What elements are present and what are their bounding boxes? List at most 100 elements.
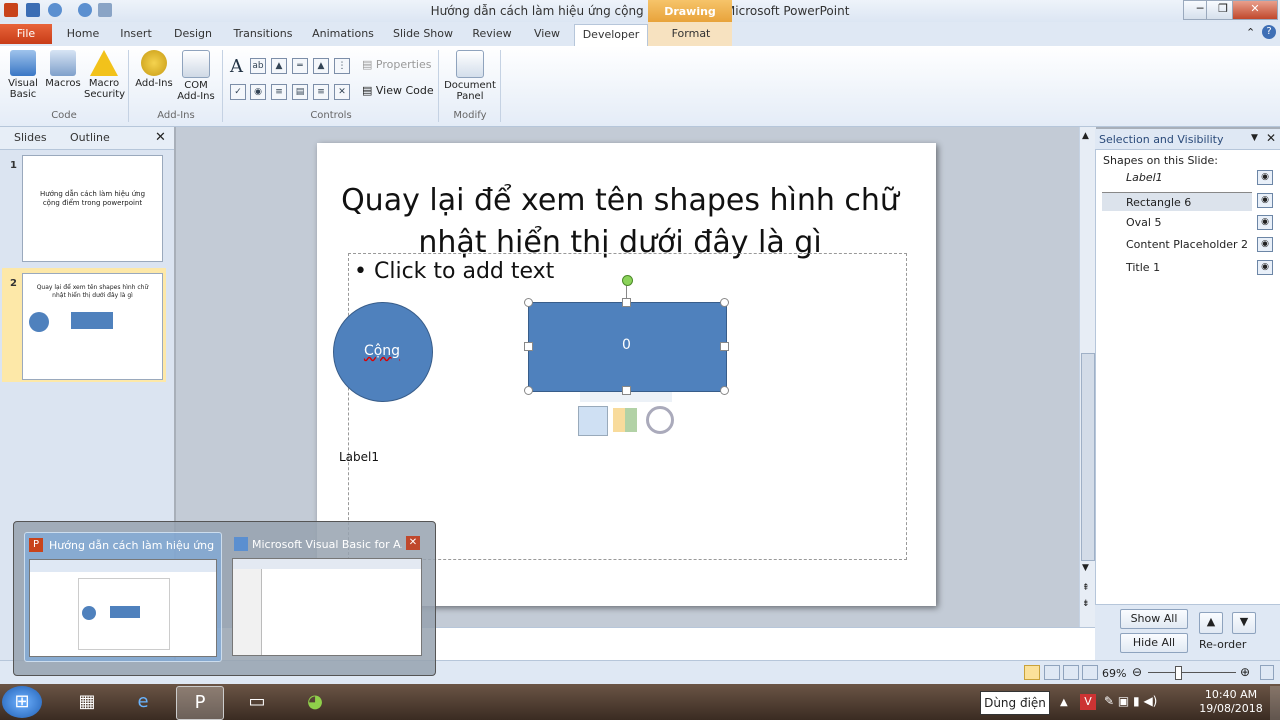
resize-handle[interactable]	[524, 342, 533, 351]
view-code-button[interactable]: ▤ View Code	[362, 84, 434, 97]
tab-transitions[interactable]: Transitions	[228, 24, 298, 44]
tab-insert[interactable]: Insert	[112, 24, 160, 44]
resize-handle[interactable]	[720, 342, 729, 351]
preview-item-powerpoint[interactable]: P Hướng dẫn cách làm hiệu ứng ...	[24, 532, 222, 662]
eye-icon[interactable]: ◉	[1257, 170, 1273, 185]
resize-handle[interactable]	[524, 386, 533, 395]
properties-button[interactable]: ▤ Properties	[362, 58, 431, 71]
textbox-control-icon[interactable]: ab	[250, 58, 266, 74]
zoom-level[interactable]: 69%	[1102, 667, 1126, 680]
tab-review[interactable]: Review	[468, 24, 516, 44]
tab-design[interactable]: Design	[168, 24, 218, 44]
scrollbar-control-icon[interactable]: ═	[292, 58, 308, 74]
com-add-ins-button[interactable]: COM Add-Ins	[176, 50, 216, 102]
slide-thumbnail-2[interactable]: Quay lại để xem tên shapes hình chữ nhật…	[22, 273, 163, 380]
slide-title[interactable]: Quay lại để xem tên shapes hình chữ nhật…	[340, 180, 900, 264]
rotate-handle[interactable]	[622, 275, 633, 286]
eye-icon[interactable]: ◉	[1257, 193, 1273, 208]
resize-handle[interactable]	[524, 298, 533, 307]
tab-slides[interactable]: Slides	[14, 131, 47, 144]
resize-handle[interactable]	[720, 386, 729, 395]
insert-clipart-icon[interactable]	[613, 408, 637, 432]
move-up-button[interactable]: ▲	[1199, 612, 1223, 634]
previous-slide-icon[interactable]: ⇞	[1082, 583, 1090, 593]
clock[interactable]: 10:40 AM 19/08/2018	[1196, 688, 1266, 716]
show-hidden-icons[interactable]: ▲	[1060, 697, 1068, 708]
slide-scrollbar[interactable]: ▲ ▼ ⇞ ⇟	[1079, 127, 1096, 627]
close-pane-icon[interactable]: ✕	[155, 130, 166, 145]
tab-outline[interactable]: Outline	[70, 131, 110, 144]
tab-format[interactable]: Format	[660, 24, 722, 44]
zoom-slider[interactable]	[1148, 672, 1236, 673]
ribbon-minimize-icon[interactable]: ⌃	[1246, 26, 1255, 39]
show-all-button[interactable]: Show All	[1120, 609, 1188, 629]
checkbox-control-icon[interactable]: ✓	[230, 84, 246, 100]
powerpoint-taskbar-icon[interactable]: P	[176, 686, 224, 720]
eye-icon[interactable]: ◉	[1257, 237, 1273, 252]
scroll-thumb[interactable]	[1081, 353, 1095, 561]
zoom-in-icon[interactable]: ⊕	[1240, 665, 1250, 679]
shape-item-oval-5[interactable]: Oval 5	[1102, 213, 1252, 232]
reading-view-icon[interactable]	[1063, 665, 1079, 680]
taskbar-app-icon[interactable]: ▦	[64, 686, 110, 718]
insert-picture-icon[interactable]	[578, 406, 608, 436]
antivirus-icon[interactable]: V	[1080, 694, 1096, 710]
insert-media-icon[interactable]	[646, 406, 674, 434]
content-placeholder-text[interactable]: • Click to add text	[354, 259, 554, 284]
show-desktop-button[interactable]	[1270, 686, 1280, 720]
normal-view-icon[interactable]	[1024, 665, 1040, 680]
close-preview-icon[interactable]: ✕	[406, 536, 420, 550]
toggle-control-icon[interactable]: ≡	[313, 84, 329, 100]
preview-item-vba[interactable]: Microsoft Visual Basic for A... ✕	[230, 532, 426, 660]
macros-button[interactable]: Macros	[44, 50, 82, 89]
taskbar-app2-icon[interactable]: ◕	[292, 686, 338, 718]
listbox-control-icon[interactable]: ≡	[271, 84, 287, 100]
image-control-icon[interactable]: ▲	[313, 58, 329, 74]
tab-view[interactable]: View	[524, 24, 570, 44]
eye-icon[interactable]: ◉	[1257, 260, 1273, 275]
scroll-down-icon[interactable]: ▼	[1082, 563, 1089, 573]
tab-animations[interactable]: Animations	[308, 24, 378, 44]
visual-basic-button[interactable]: Visual Basic	[4, 50, 42, 100]
eye-icon[interactable]: ◉	[1257, 215, 1273, 230]
scroll-up-icon[interactable]: ▲	[1082, 131, 1089, 141]
combobox-control-icon[interactable]: ▤	[292, 84, 308, 100]
close-button[interactable]: ✕	[1232, 0, 1278, 20]
slide-sorter-icon[interactable]	[1044, 665, 1060, 680]
resize-handle[interactable]	[622, 386, 631, 395]
tray-icons[interactable]: ✎ ▣ ▮ ◀)	[1104, 694, 1157, 708]
hide-all-button[interactable]: Hide All	[1120, 633, 1188, 653]
pane-menu-icon[interactable]: ▼	[1251, 133, 1258, 143]
tab-file[interactable]: File	[0, 24, 52, 44]
more-controls-icon[interactable]: ⋮	[334, 58, 350, 74]
tab-slideshow[interactable]: Slide Show	[388, 24, 458, 44]
spin-control-icon[interactable]: ▲	[271, 58, 287, 74]
internet-explorer-icon[interactable]: e	[120, 686, 166, 718]
label-control-icon[interactable]: A	[230, 56, 243, 77]
resize-handle[interactable]	[622, 298, 631, 307]
tab-home[interactable]: Home	[60, 24, 106, 44]
slideshow-view-icon[interactable]	[1082, 665, 1098, 680]
shape-item-label1[interactable]: Label1	[1102, 168, 1252, 187]
tab-developer[interactable]: Developer	[574, 24, 648, 47]
next-slide-icon[interactable]: ⇟	[1082, 599, 1090, 609]
label1-control[interactable]: Label1	[339, 450, 379, 464]
start-button[interactable]: ⊞	[2, 686, 42, 718]
document-panel-button[interactable]: Document Panel	[444, 50, 496, 102]
shape-item-content-placeholder-2[interactable]: Content Placeholder 2	[1102, 235, 1252, 254]
fit-slide-icon[interactable]	[1260, 665, 1274, 680]
help-icon[interactable]: ?	[1262, 25, 1276, 39]
close-pane-icon[interactable]: ✕	[1266, 131, 1276, 145]
zoom-out-icon[interactable]: ⊖	[1132, 665, 1142, 679]
file-explorer-icon[interactable]: ▭	[234, 686, 280, 718]
shape-item-rectangle-6[interactable]: Rectangle 6	[1102, 192, 1252, 211]
move-down-button[interactable]: ▼	[1232, 612, 1256, 634]
slide-thumbnail-1[interactable]: Hướng dẫn cách làm hiệu ứng cộng điểm tr…	[22, 155, 163, 262]
add-ins-button[interactable]: Add-Ins	[134, 50, 174, 89]
macro-security-button[interactable]: Macro Security	[84, 50, 125, 100]
option-control-icon[interactable]: ◉	[250, 84, 266, 100]
shape-item-title-1[interactable]: Title 1	[1102, 258, 1252, 277]
tools-control-icon[interactable]: ✕	[334, 84, 350, 100]
resize-handle[interactable]	[720, 298, 729, 307]
zoom-slider-thumb[interactable]	[1175, 666, 1182, 680]
